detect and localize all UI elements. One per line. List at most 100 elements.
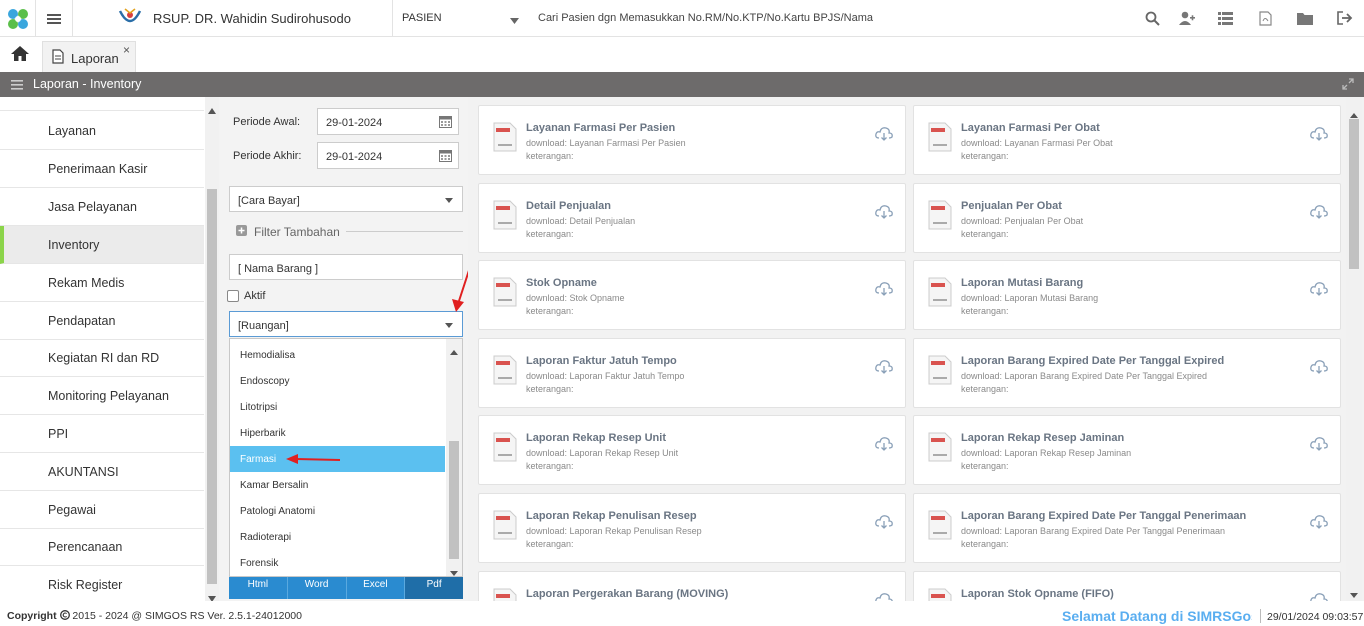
patient-type-select[interactable]: PASIEN: [402, 12, 442, 24]
sidebar-item-ppi[interactable]: PPI: [0, 415, 204, 453]
periode-akhir-input[interactable]: 29-01-2024: [317, 142, 459, 169]
cloud-download-icon[interactable]: [875, 204, 893, 223]
report-card[interactable]: Penjualan Per Obat download: Penjualan P…: [913, 183, 1341, 253]
word-button[interactable]: Word: [287, 577, 347, 599]
report-card[interactable]: Stok Opname download: Stok Opname ketera…: [478, 260, 906, 330]
app-logo-icon[interactable]: [0, 0, 35, 37]
chevron-down-icon[interactable]: [510, 13, 519, 27]
document-icon: [52, 49, 64, 67]
hamburger-icon: [47, 13, 61, 24]
cara-bayar-select[interactable]: [Cara Bayar]: [229, 186, 463, 212]
sidebar-item-jasa-pelayanan[interactable]: Jasa Pelayanan: [0, 188, 204, 226]
report-title: Detail Penjualan: [526, 200, 611, 212]
cloud-download-icon[interactable]: [875, 514, 893, 533]
report-title: Laporan Faktur Jatuh Tempo: [526, 355, 677, 367]
calendar-icon[interactable]: [439, 149, 452, 165]
cloud-download-icon[interactable]: [875, 436, 893, 455]
report-keterangan: keterangan:: [961, 461, 1009, 471]
search-icon[interactable]: [1143, 9, 1161, 27]
scroll-down-icon[interactable]: [1350, 587, 1358, 601]
dropdown-scrollbar[interactable]: [446, 339, 462, 576]
patient-search-input[interactable]: Cari Pasien dgn Memasukkan No.RM/No.KTP/…: [538, 12, 873, 24]
expand-icon[interactable]: [1342, 78, 1354, 93]
periode-akhir-value: 29-01-2024: [326, 151, 383, 163]
cloud-download-icon[interactable]: [875, 592, 893, 601]
report-card[interactable]: Laporan Rekap Resep Jaminan download: La…: [913, 415, 1341, 485]
filter-tambahan-toggle[interactable]: Filter Tambahan: [254, 225, 340, 239]
dropdown-option[interactable]: Endoscopy: [230, 368, 445, 394]
content-scrollbar[interactable]: [1346, 97, 1362, 601]
sidebar-item-kegiatan[interactable]: Kegiatan RI dan RD: [0, 339, 204, 377]
folder-icon[interactable]: [1296, 9, 1314, 27]
report-card[interactable]: Layanan Farmasi Per Obat download: Layan…: [913, 105, 1341, 175]
cloud-download-icon[interactable]: [1310, 514, 1328, 533]
sidebar-item-partial[interactable]: [0, 97, 204, 111]
report-card[interactable]: Laporan Pergerakan Barang (MOVING): [478, 571, 906, 601]
pdf-icon[interactable]: [1256, 9, 1274, 27]
dropdown-option[interactable]: Litotripsi: [230, 394, 445, 420]
sidebar-item-penerimaan-kasir[interactable]: Penerimaan Kasir: [0, 150, 204, 188]
sidebar-item-layanan[interactable]: Layanan: [0, 112, 204, 150]
tab-laporan[interactable]: Laporan ×: [42, 41, 136, 72]
dropdown-option[interactable]: Hemodialisa: [230, 342, 445, 368]
sidebar-item-pegawai[interactable]: Pegawai: [0, 491, 204, 529]
calendar-icon[interactable]: [439, 115, 452, 131]
aktif-checkbox[interactable]: [227, 290, 239, 302]
close-icon[interactable]: ×: [123, 43, 130, 57]
ruangan-dropdown-list[interactable]: Hemodialisa Endoscopy Litotripsi Hiperba…: [229, 338, 463, 577]
add-user-icon[interactable]: [1177, 9, 1195, 27]
cloud-download-icon[interactable]: [875, 281, 893, 300]
report-card[interactable]: Laporan Rekap Resep Unit download: Lapor…: [478, 415, 906, 485]
sidebar-item-pendapatan[interactable]: Pendapatan: [0, 302, 204, 340]
logout-icon[interactable]: [1336, 9, 1354, 27]
cloud-download-icon[interactable]: [875, 126, 893, 145]
sidebar-item-risk-register[interactable]: Risk Register: [0, 566, 204, 601]
sidebar-item-rekam-medis[interactable]: Rekam Medis: [0, 264, 204, 302]
report-download: download: Laporan Barang Expired Date Pe…: [961, 526, 1226, 536]
dropdown-option[interactable]: Radioterapi: [230, 524, 445, 550]
sidebar-item-inventory[interactable]: Inventory: [0, 226, 204, 264]
ruangan-select[interactable]: [Ruangan]: [229, 311, 463, 337]
menu-toggle-button[interactable]: [35, 0, 73, 37]
report-card[interactable]: Laporan Faktur Jatuh Tempo download: Lap…: [478, 338, 906, 408]
sidebar-item-monitoring[interactable]: Monitoring Pelayanan: [0, 377, 204, 415]
excel-button[interactable]: Excel: [346, 577, 406, 599]
scrollbar-thumb[interactable]: [1349, 119, 1359, 269]
sidebar-item-perencanaan[interactable]: Perencanaan: [0, 528, 204, 566]
pdf-icon: [493, 432, 517, 465]
dropdown-option[interactable]: Patologi Anatomi: [230, 498, 445, 524]
cloud-download-icon[interactable]: [1310, 126, 1328, 145]
cloud-download-icon[interactable]: [1310, 204, 1328, 223]
nama-barang-input[interactable]: [ Nama Barang ]: [229, 254, 463, 280]
cloud-download-icon[interactable]: [1310, 436, 1328, 455]
cloud-download-icon[interactable]: [875, 359, 893, 378]
html-button[interactable]: Html: [229, 577, 288, 599]
list-icon[interactable]: [1216, 9, 1234, 27]
hamburger-icon[interactable]: [11, 79, 23, 93]
report-card[interactable]: Detail Penjualan download: Detail Penjua…: [478, 183, 906, 253]
dropdown-option[interactable]: Forensik: [230, 550, 445, 576]
pdf-button[interactable]: Pdf: [405, 577, 463, 599]
dropdown-option[interactable]: Kamar Bersalin: [230, 472, 445, 498]
report-card[interactable]: Laporan Stok Opname (FIFO): [913, 571, 1341, 601]
top-bar: RSUP. DR. Wahidin Sudirohusodo PASIEN Ca…: [0, 0, 1364, 37]
report-download: download: Laporan Rekap Resep Jaminan: [961, 448, 1132, 458]
scroll-up-icon[interactable]: [450, 344, 458, 358]
report-card[interactable]: Laporan Mutasi Barang download: Laporan …: [913, 260, 1341, 330]
cloud-download-icon[interactable]: [1310, 281, 1328, 300]
sidebar-item-akuntansi[interactable]: AKUNTANSI: [0, 453, 204, 491]
report-card[interactable]: Laporan Barang Expired Date Per Tanggal …: [913, 338, 1341, 408]
scroll-up-icon[interactable]: [208, 103, 216, 117]
scrollbar-thumb[interactable]: [449, 441, 459, 559]
report-card[interactable]: Layanan Farmasi Per Pasien download: Lay…: [478, 105, 906, 175]
periode-awal-input[interactable]: 29-01-2024: [317, 108, 459, 135]
cloud-download-icon[interactable]: [1310, 592, 1328, 601]
report-card[interactable]: Laporan Rekap Penulisan Resep download: …: [478, 493, 906, 563]
cloud-download-icon[interactable]: [1310, 359, 1328, 378]
sidebar-scrollbar[interactable]: [205, 97, 219, 602]
dropdown-option[interactable]: Hiperbarik: [230, 420, 445, 446]
plus-icon[interactable]: [236, 225, 247, 239]
report-card[interactable]: Laporan Barang Expired Date Per Tanggal …: [913, 493, 1341, 563]
scrollbar-thumb[interactable]: [207, 189, 217, 584]
home-icon[interactable]: [10, 45, 30, 65]
